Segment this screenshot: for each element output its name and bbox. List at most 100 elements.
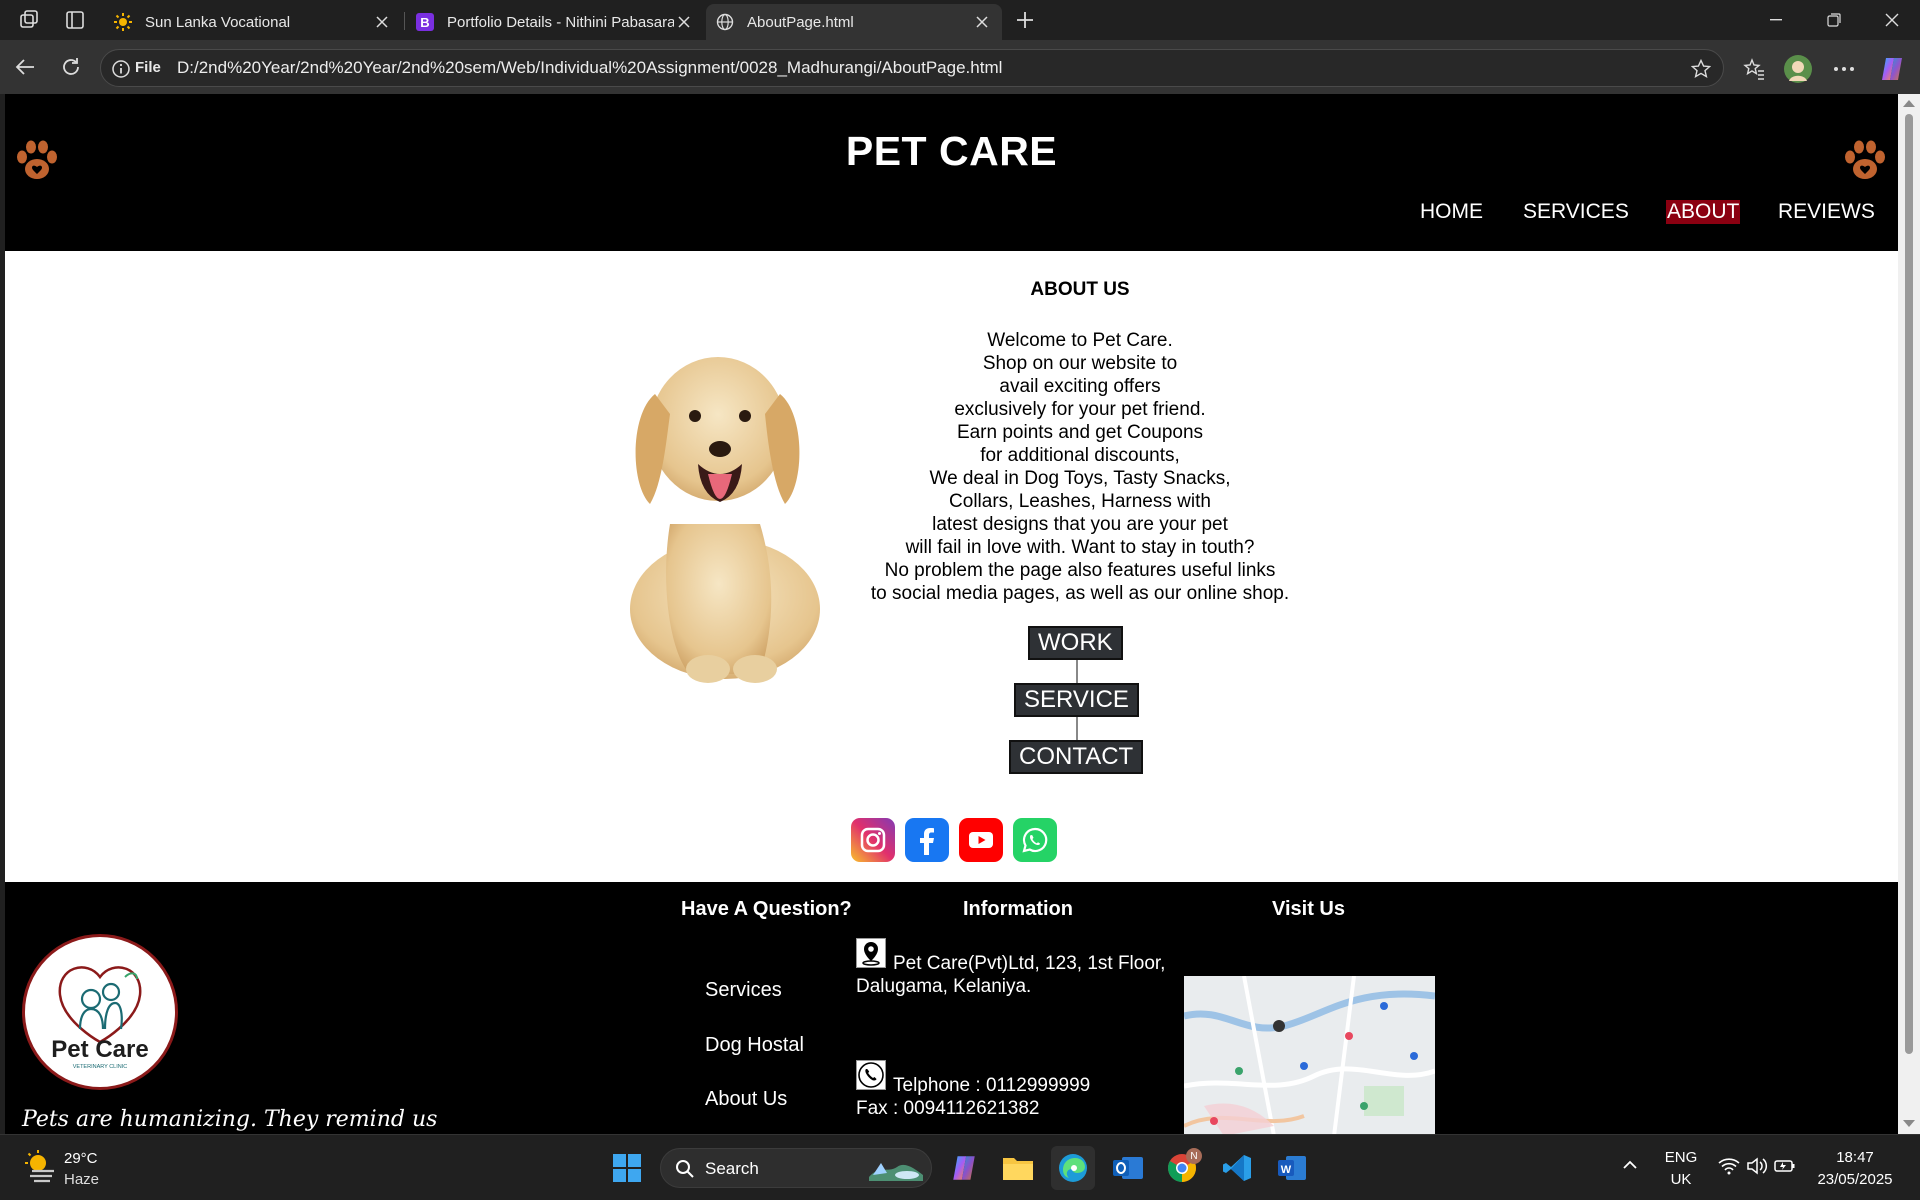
bootstrap-favicon-icon: B [416, 13, 434, 31]
clock-time[interactable]: 18:47 [1800, 1149, 1910, 1166]
about-line: exclusively for your pet friend. [954, 399, 1206, 420]
copilot-app-icon[interactable] [942, 1146, 986, 1190]
nav-about[interactable]: ABOUT [1666, 200, 1741, 224]
tab-about-page[interactable]: AboutPage.html [706, 4, 1002, 40]
paw-print-icon [1841, 136, 1891, 184]
tab-sun-lanka[interactable]: Sun Lanka Vocational [104, 4, 402, 40]
volume-icon[interactable] [1746, 1157, 1768, 1180]
address-bar[interactable]: File D:/2nd%20Year/2nd%20Year/2nd%20sem/… [100, 49, 1724, 87]
site-header: PET CARE HOME SERVICES ABOUT REVIEWS [5, 94, 1898, 251]
close-window-icon[interactable] [1864, 0, 1920, 40]
url-text[interactable]: D:/2nd%20Year/2nd%20Year/2nd%20sem/Web/I… [177, 58, 1002, 78]
refresh-icon[interactable] [54, 50, 88, 84]
weather-desc: Haze [64, 1171, 100, 1188]
nav-reviews[interactable]: REVIEWS [1778, 200, 1875, 224]
language-top[interactable]: ENG [1660, 1149, 1702, 1166]
language-bottom[interactable]: UK [1660, 1171, 1702, 1188]
scroll-up-arrow-icon[interactable] [1903, 100, 1915, 107]
favorites-icon[interactable] [1738, 53, 1770, 85]
close-tab-icon[interactable] [972, 12, 992, 32]
clock-date[interactable]: 23/05/2025 [1800, 1171, 1910, 1188]
battery-icon[interactable] [1774, 1157, 1796, 1180]
file-scheme-label: File [135, 59, 161, 76]
close-tab-icon[interactable] [674, 12, 694, 32]
back-arrow-icon[interactable] [8, 50, 42, 84]
facebook-icon[interactable] [905, 818, 949, 862]
minimize-icon[interactable] [1748, 0, 1804, 40]
nav-home[interactable]: HOME [1420, 200, 1483, 224]
visit-heading: Visit Us [1272, 898, 1345, 920]
about-line: No problem the page also features useful… [884, 560, 1276, 581]
logo-subtext: VETERINARY CLINIC [73, 1064, 128, 1070]
pet-care-logo: Pet Care VETERINARY CLINIC [22, 934, 178, 1090]
about-line: will fail in love with. Want to stay in … [905, 537, 1255, 558]
word-icon[interactable]: W [1270, 1146, 1314, 1190]
button-connector [1076, 660, 1078, 684]
puppy-image [600, 324, 860, 694]
tab-separator [404, 12, 405, 30]
tab-title: AboutPage.html [747, 13, 854, 31]
tab-title: Sun Lanka Vocational [145, 13, 291, 31]
copilot-icon[interactable] [1876, 53, 1908, 85]
fax-number: Fax : 0094112621382 [856, 1098, 1040, 1119]
site-title: PET CARE [845, 128, 1058, 174]
new-tab-icon[interactable] [1012, 8, 1038, 32]
about-description: Welcome to Pet Care. Shop on our website… [855, 329, 1305, 605]
sun-favicon-icon [114, 13, 132, 31]
location-pin-icon [856, 938, 886, 968]
location-map[interactable] [1184, 976, 1435, 1134]
button-connector [1076, 717, 1078, 741]
instagram-icon[interactable] [851, 818, 895, 862]
whatsapp-icon[interactable] [1013, 818, 1057, 862]
contact-button[interactable]: CONTACT [1009, 740, 1144, 774]
more-options-icon[interactable] [1828, 53, 1860, 85]
about-line: avail exciting offers [999, 376, 1161, 397]
scrollbar-thumb[interactable] [1905, 114, 1913, 1054]
file-explorer-icon[interactable] [996, 1146, 1040, 1190]
youtube-icon[interactable] [959, 818, 1003, 862]
site-footer: Pet Care VETERINARY CLINIC Pets are huma… [5, 882, 1898, 1134]
chrome-icon[interactable]: N [1160, 1146, 1204, 1190]
phone-icon [856, 1060, 886, 1090]
work-button[interactable]: WORK [1028, 626, 1123, 660]
windows-taskbar: 29°C Haze Search N W ENG UK 18:47 23/05/… [0, 1134, 1920, 1200]
outlook-icon[interactable] [1106, 1146, 1150, 1190]
scroll-down-arrow-icon[interactable] [1903, 1120, 1915, 1127]
footer-link-about-us[interactable]: About Us [705, 1088, 787, 1111]
weather-icon[interactable] [24, 1149, 58, 1183]
footer-tagline: Pets are humanizing. They remind us [22, 1107, 438, 1132]
service-button[interactable]: SERVICE [1014, 683, 1139, 717]
footer-link-dog-hostal[interactable]: Dog Hostal [705, 1034, 804, 1057]
weather-temp: 29°C [64, 1150, 98, 1167]
info-icon[interactable] [111, 59, 131, 79]
vertical-tabs-icon[interactable] [62, 8, 88, 32]
profile-avatar[interactable] [1782, 53, 1814, 85]
logo-text: Pet Care [51, 1036, 148, 1063]
edge-browser-icon[interactable] [1051, 1146, 1095, 1190]
tab-title: Portfolio Details - Nithini Pabasara [447, 13, 674, 31]
chevron-up-icon[interactable] [1622, 1157, 1638, 1178]
wifi-icon[interactable] [1718, 1157, 1740, 1180]
address-line-1: Pet Care(Pvt)Ltd, 123, 1st Floor, [893, 953, 1166, 974]
vscode-icon[interactable] [1215, 1146, 1259, 1190]
about-line: Earn points and get Coupons [956, 422, 1204, 443]
about-line: Welcome to Pet Care. [987, 330, 1173, 351]
footer-link-services[interactable]: Services [705, 979, 782, 1002]
windows-start-icon[interactable] [605, 1146, 649, 1190]
svg-text:W: W [1281, 1164, 1292, 1176]
favorite-star-icon[interactable] [1690, 58, 1712, 79]
about-heading: ABOUT US [1030, 279, 1130, 300]
page-scrollbar[interactable] [1898, 94, 1920, 1134]
nav-services[interactable]: SERVICES [1523, 200, 1629, 224]
tab-portfolio[interactable]: B Portfolio Details - Nithini Pabasara [406, 4, 704, 40]
workspaces-icon[interactable] [16, 8, 42, 32]
taskbar-search[interactable]: Search [660, 1148, 932, 1188]
restore-icon[interactable] [1806, 0, 1862, 40]
address-line-2: Dalugama, Kelaniya. [856, 976, 1032, 997]
about-line: We deal in Dog Toys, Tasty Snacks, [929, 468, 1231, 489]
about-line: Shop on our website to [982, 353, 1178, 374]
globe-icon [716, 13, 734, 31]
about-line: to social media pages, as well as our on… [870, 583, 1290, 604]
search-placeholder: Search [705, 1159, 759, 1178]
close-tab-icon[interactable] [372, 12, 392, 32]
